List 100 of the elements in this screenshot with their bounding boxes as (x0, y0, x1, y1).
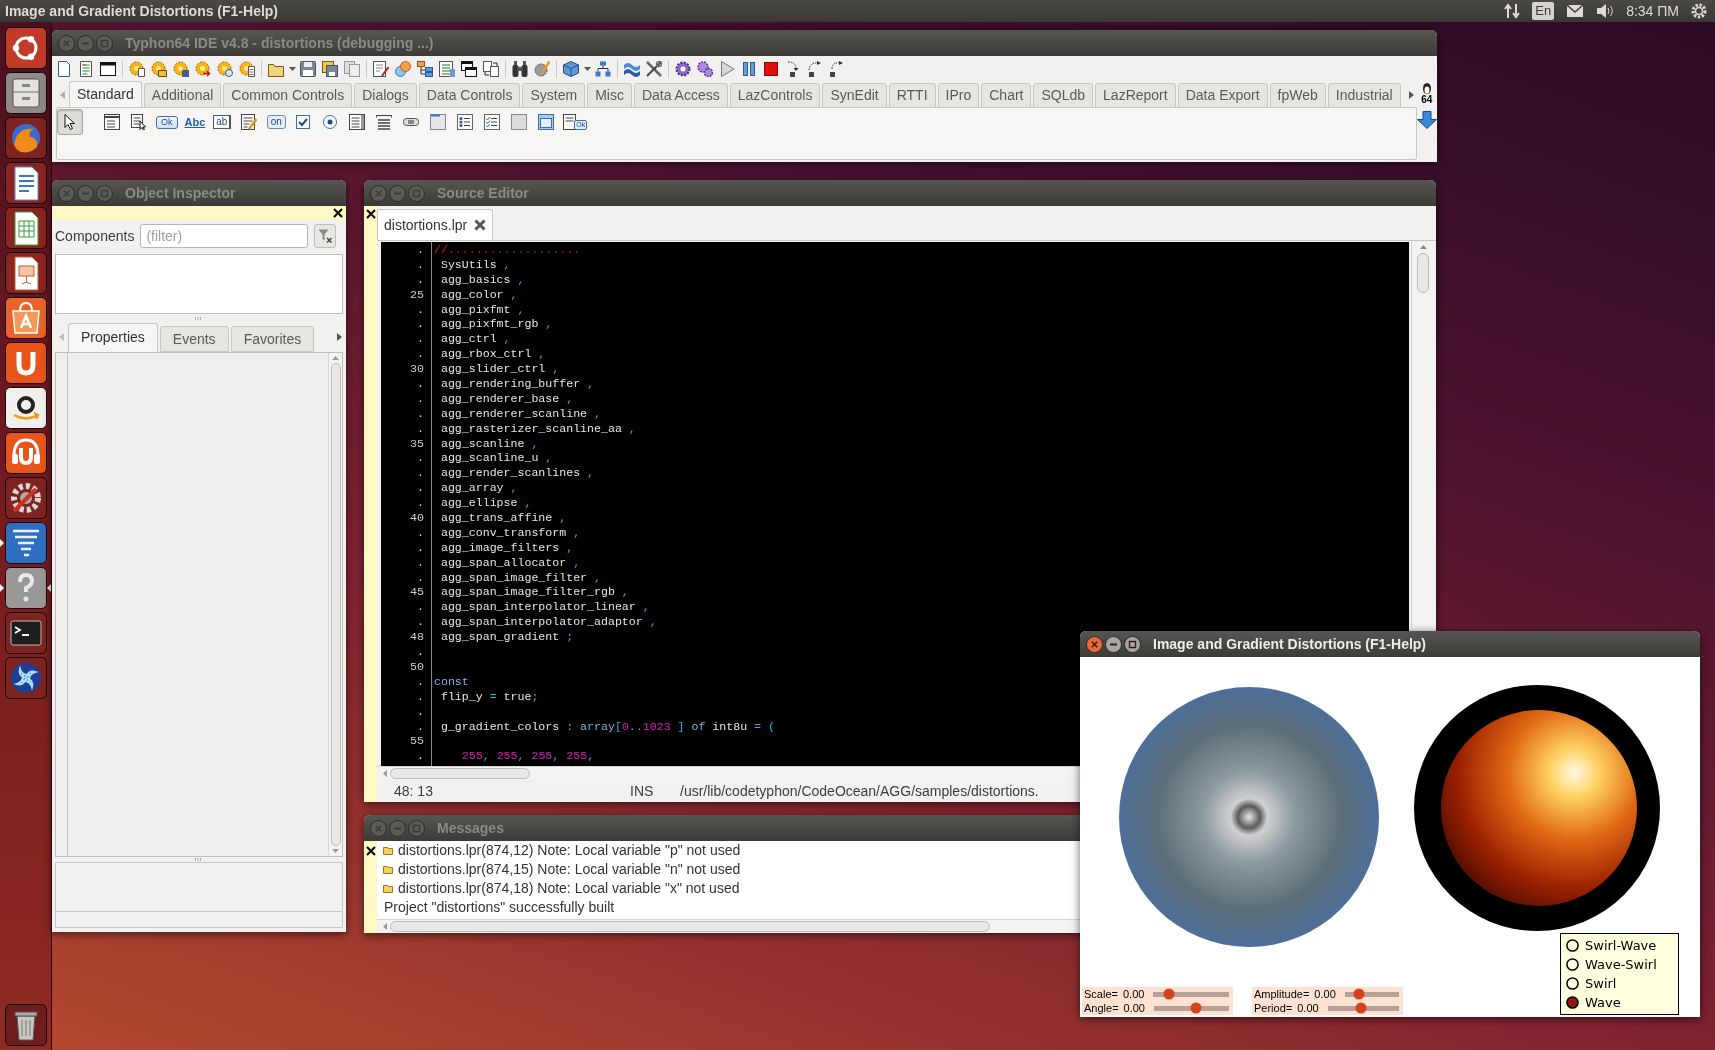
headphones-icon[interactable] (4, 432, 47, 474)
vertical-scrollbar[interactable] (328, 353, 342, 856)
cog-folder-icon[interactable] (151, 60, 167, 77)
slider-thumb[interactable] (1190, 1002, 1202, 1014)
caret-icon[interactable] (583, 66, 591, 71)
palette-tab[interactable]: LazControls (729, 83, 821, 108)
window-frame-icon[interactable] (538, 114, 555, 130)
list-icon[interactable] (349, 114, 366, 130)
group-frame-icon[interactable] (430, 114, 447, 130)
presentation-icon[interactable] (4, 252, 47, 294)
cog-disk-icon[interactable] (173, 60, 189, 77)
gear-pencil-icon[interactable] (534, 60, 550, 77)
slider-thumb[interactable] (1355, 1002, 1367, 1014)
filter-button[interactable] (314, 224, 337, 248)
radio-icon[interactable] (1566, 977, 1579, 990)
slider-thumb[interactable] (1353, 988, 1365, 1000)
palette-tab[interactable]: Additional (143, 83, 222, 108)
binoculars-icon[interactable] (512, 60, 528, 77)
gear-icon[interactable] (675, 60, 691, 77)
spreadsheet-icon[interactable] (4, 207, 47, 249)
filter-field[interactable]: (filter) (140, 224, 309, 248)
inspector-tab[interactable]: Favorites (230, 326, 315, 352)
lined-page-icon[interactable] (439, 60, 455, 77)
radio-option[interactable]: Wave-Swirl (1566, 955, 1673, 974)
slider-track[interactable] (1344, 991, 1399, 997)
palette-tab[interactable]: RTTI (888, 83, 936, 108)
palette-tab[interactable]: Data Controls (418, 83, 521, 108)
curved-arrow-icon[interactable] (807, 60, 823, 77)
floppy-disks-icon[interactable] (322, 60, 338, 77)
tree-icon[interactable] (417, 60, 433, 77)
help-icon[interactable] (4, 567, 47, 609)
palette-tab[interactable]: Misc (587, 83, 632, 108)
palette-tab[interactable]: SQLdb (1033, 83, 1094, 108)
scroll-left-icon[interactable] (383, 923, 387, 930)
cog-page-icon[interactable] (129, 60, 145, 77)
file-tab[interactable]: distortions.lpr (377, 209, 494, 240)
notepad-pencil-icon[interactable] (241, 114, 258, 130)
menu-list-icon[interactable] (104, 114, 120, 130)
checkbox-icon[interactable] (295, 114, 312, 130)
close-icon[interactable] (333, 208, 343, 218)
down-arrow-icon[interactable] (1416, 111, 1437, 129)
popup-list-icon[interactable] (131, 114, 147, 130)
play-icon[interactable] (719, 60, 735, 77)
page-pencil-icon[interactable] (373, 60, 389, 77)
stop-icon[interactable] (763, 60, 779, 77)
trash-icon[interactable] (4, 1004, 47, 1046)
close-icon[interactable] (365, 209, 376, 219)
swirl-icon[interactable] (4, 657, 47, 699)
curved-arrow-icon[interactable] (785, 60, 801, 77)
close-icon[interactable] (365, 846, 376, 856)
minimize-icon[interactable] (1105, 635, 1122, 653)
cube-icon[interactable] (563, 60, 579, 77)
shopping-bag-icon[interactable] (4, 297, 47, 339)
slider-track[interactable] (1153, 991, 1229, 997)
wrench-screwdriver-icon[interactable] (646, 60, 662, 77)
updown-arrows-icon[interactable] (1504, 3, 1521, 19)
message-text[interactable]: distortions.lpr(874,15) Note: Local variable "n" not used (398, 859, 741, 880)
envelope-icon[interactable] (1566, 4, 1585, 18)
pause-icon[interactable] (741, 60, 757, 77)
scroll-up-icon[interactable] (332, 356, 339, 360)
scroll-right-icon[interactable] (1409, 90, 1415, 99)
fox-globe-icon[interactable] (4, 117, 47, 159)
close-icon[interactable] (474, 219, 487, 231)
lines-icon[interactable] (376, 114, 393, 130)
keyboard-layout-indicator[interactable]: En (1532, 2, 1555, 20)
scrollbar-thumb[interactable] (1417, 253, 1429, 293)
radio-icon[interactable] (1566, 939, 1579, 952)
volume-icon[interactable] (1596, 3, 1615, 19)
gears-icon[interactable] (697, 60, 713, 77)
scroll-down-icon[interactable] (332, 849, 339, 853)
file-cabinet-icon[interactable] (4, 72, 47, 114)
palette-tab[interactable]: LazReport (1095, 83, 1176, 108)
text-document-icon[interactable] (4, 162, 47, 204)
slider-track[interactable] (1327, 1005, 1399, 1011)
scrollbar-thumb[interactable] (390, 768, 530, 779)
bubbles-icon[interactable] (395, 60, 411, 77)
hierarchy-icon[interactable] (595, 60, 611, 77)
component-tool[interactable]: on (263, 109, 290, 135)
scrollbar-thumb[interactable] (330, 363, 341, 846)
inspector-tab[interactable]: Properties (68, 323, 158, 352)
palette-tab[interactable]: fpWeb (1269, 83, 1326, 108)
scroll-left-icon[interactable] (383, 770, 387, 777)
text-page-icon[interactable] (78, 60, 94, 77)
scrollbar-thumb[interactable] (390, 921, 990, 932)
radio-option[interactable]: Swirl-Wave (1566, 936, 1673, 955)
settings-icon[interactable] (4, 477, 47, 519)
palette-tab[interactable]: Chart (981, 83, 1032, 108)
funnel-x-icon[interactable] (318, 229, 333, 243)
caret-icon[interactable] (288, 66, 296, 71)
slider-track[interactable] (1154, 1005, 1229, 1011)
message-text[interactable]: distortions.lpr(874,12) Note: Local variable "p" not used (398, 840, 741, 861)
radio-option[interactable]: Swirl (1566, 974, 1673, 993)
palette-tab[interactable]: IPro (937, 83, 980, 108)
radio-icon[interactable] (322, 114, 339, 130)
maximize-icon[interactable] (1124, 635, 1141, 653)
palette-tab[interactable]: Common Controls (223, 83, 353, 108)
message-text[interactable]: distortions.lpr(874,18) Note: Local variable "x" not used (398, 878, 740, 899)
window-icon[interactable] (100, 60, 116, 77)
slider-thumb[interactable] (1163, 988, 1175, 1000)
component-tool[interactable]: Abc (181, 109, 209, 135)
